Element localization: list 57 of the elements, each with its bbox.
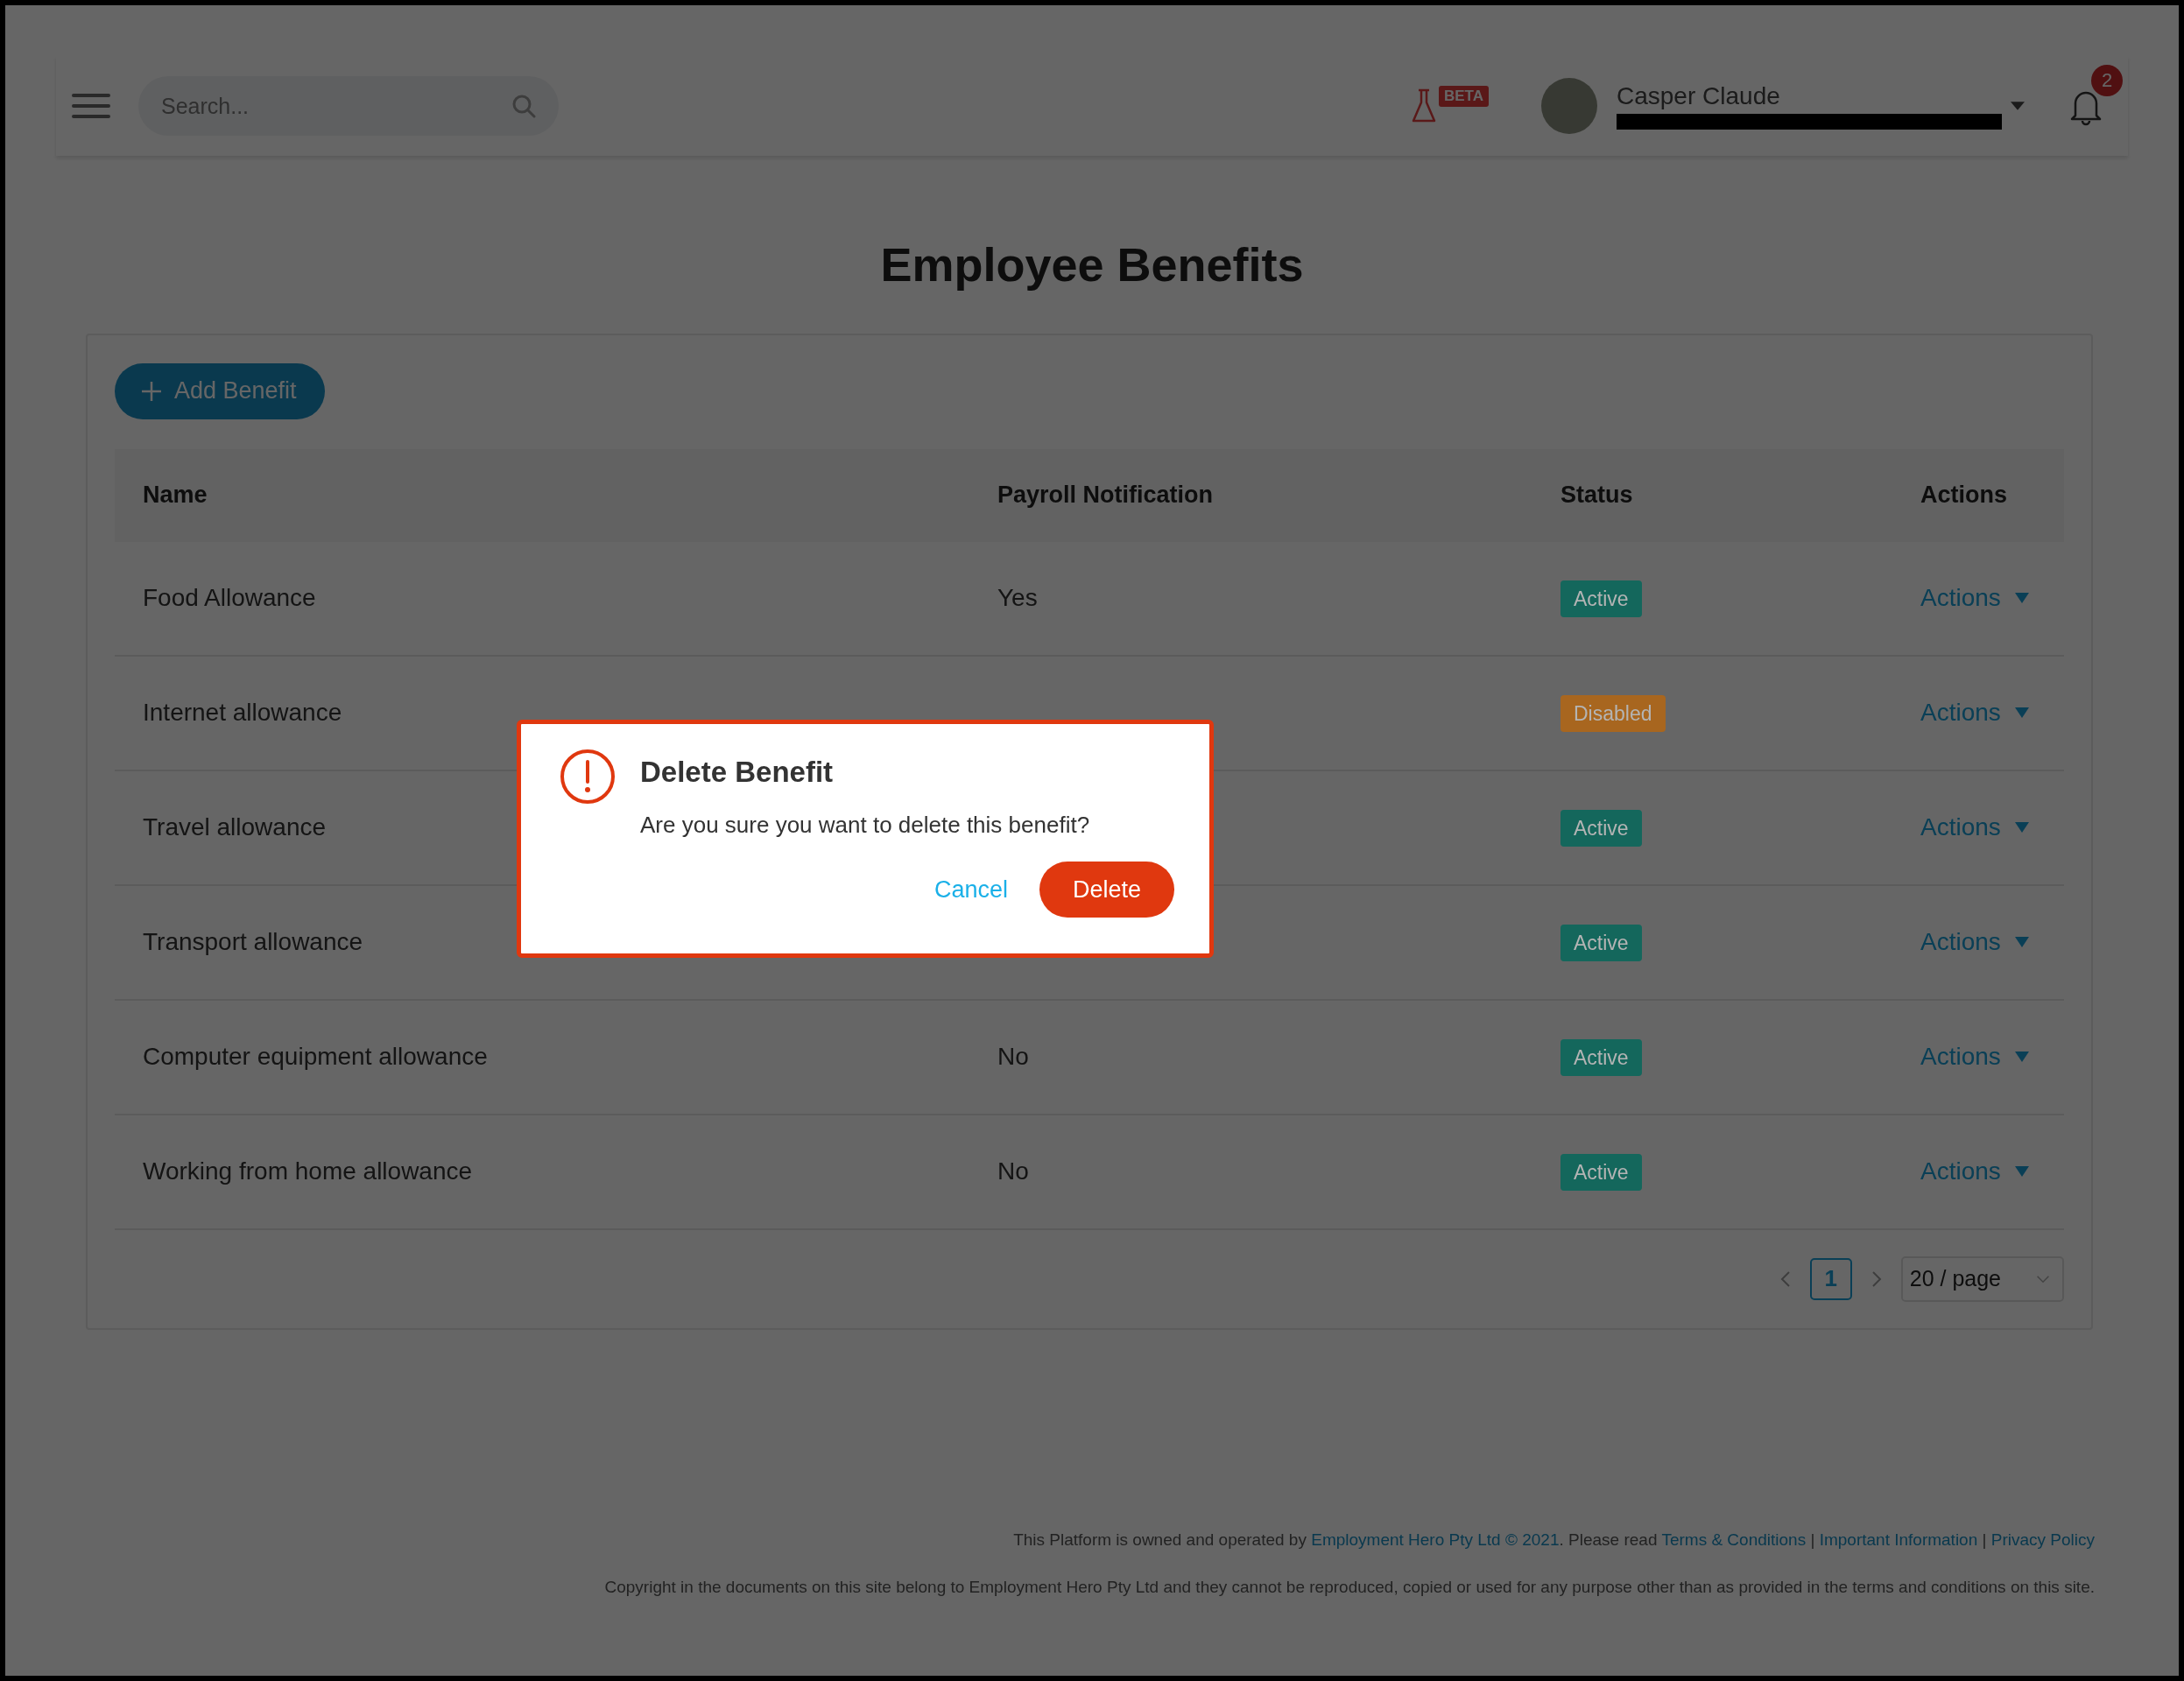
caret-icon <box>2014 937 2029 948</box>
caret-icon <box>2014 593 2029 604</box>
column-header: Status <box>1561 482 1634 510</box>
footer-link[interactable]: Important Information <box>1819 1530 1978 1549</box>
caret-icon <box>2014 822 2029 833</box>
column-header: Payroll Notification <box>997 482 1215 510</box>
next-page-icon[interactable] <box>1870 1270 1882 1288</box>
table-cell: Yes <box>997 584 1038 612</box>
caret-icon <box>2014 1166 2029 1178</box>
page-title: Employee Benefits <box>879 237 1305 292</box>
table-cell: No <box>997 1043 1029 1071</box>
footer-link[interactable]: Employment Hero Pty Ltd © 2021 <box>1311 1530 1560 1549</box>
notification-count: 2 <box>2091 65 2123 96</box>
table-cell: Food Allowance <box>143 584 316 612</box>
add-benefit-button[interactable]: Add Benefit <box>115 362 325 419</box>
page-button[interactable]: 1 <box>1809 1257 1852 1300</box>
page-size-select[interactable]: 20 / page <box>1900 1255 2064 1302</box>
column-header: Actions <box>1920 482 2008 510</box>
search-icon[interactable] <box>511 94 536 118</box>
status-badge: Active <box>1561 1039 1642 1077</box>
table-cell: No <box>997 1157 1029 1185</box>
plus-icon <box>141 380 162 402</box>
footer-text: This Platform is owned and operated by Employment Hero Pty Ltd © 2021. Please read Terms & Conditions | Important Information | Privacy Policy <box>1012 1530 2095 1550</box>
column-header: Name <box>143 482 208 510</box>
caret-icon[interactable] <box>2011 102 2025 110</box>
table-cell: Internet allowance <box>143 699 342 727</box>
status-badge: Disabled <box>1561 695 1666 733</box>
footer-link[interactable]: Terms & Conditions <box>1661 1530 1807 1549</box>
actions-dropdown[interactable]: Actions <box>1920 699 2029 728</box>
chevron-icon <box>2036 1274 2050 1284</box>
flask-icon[interactable] <box>1411 88 1437 124</box>
status-badge: Active <box>1561 925 1642 962</box>
actions-dropdown[interactable]: Actions <box>1920 1043 2029 1072</box>
caret-icon <box>2014 1052 2029 1063</box>
dialog-title: Delete Benefit <box>640 756 835 789</box>
actions-dropdown[interactable]: Actions <box>1920 1157 2029 1186</box>
table-cell: Transport allowance <box>143 928 363 956</box>
delete-button[interactable]: Delete <box>1039 862 1174 918</box>
status-badge: Active <box>1561 1154 1642 1192</box>
status-badge: Active <box>1561 580 1642 618</box>
table-cell: Working from home allowance <box>143 1157 473 1185</box>
previous-page-icon[interactable] <box>1779 1270 1791 1288</box>
copyright-text: Copyright in the documents on this site belong to Employment Hero Pty Ltd and they cannot be reproduced, copied or used for any purpose other than as provided in the terms and conditions on this site. <box>603 1578 2095 1597</box>
actions-dropdown[interactable]: Actions <box>1920 813 2029 842</box>
cancel-button[interactable]: Cancel <box>928 875 1013 904</box>
status-badge: Active <box>1561 810 1642 848</box>
table-cell: Computer equipment allowance <box>143 1043 488 1071</box>
user-name[interactable]: Casper Claude <box>1617 82 2002 110</box>
actions-dropdown[interactable]: Actions <box>1920 928 2029 957</box>
caret-icon <box>2014 707 2029 719</box>
table-cell: Travel allowance <box>143 813 327 841</box>
warning-icon <box>560 749 616 805</box>
beta-badge: BETA <box>1439 86 1489 107</box>
dialog-message: Are you sure you want to delete this benefit? <box>640 812 1091 839</box>
footer-link[interactable]: Privacy Policy <box>1990 1530 2095 1549</box>
menu-icon[interactable] <box>72 92 110 120</box>
actions-dropdown[interactable]: Actions <box>1920 584 2029 613</box>
